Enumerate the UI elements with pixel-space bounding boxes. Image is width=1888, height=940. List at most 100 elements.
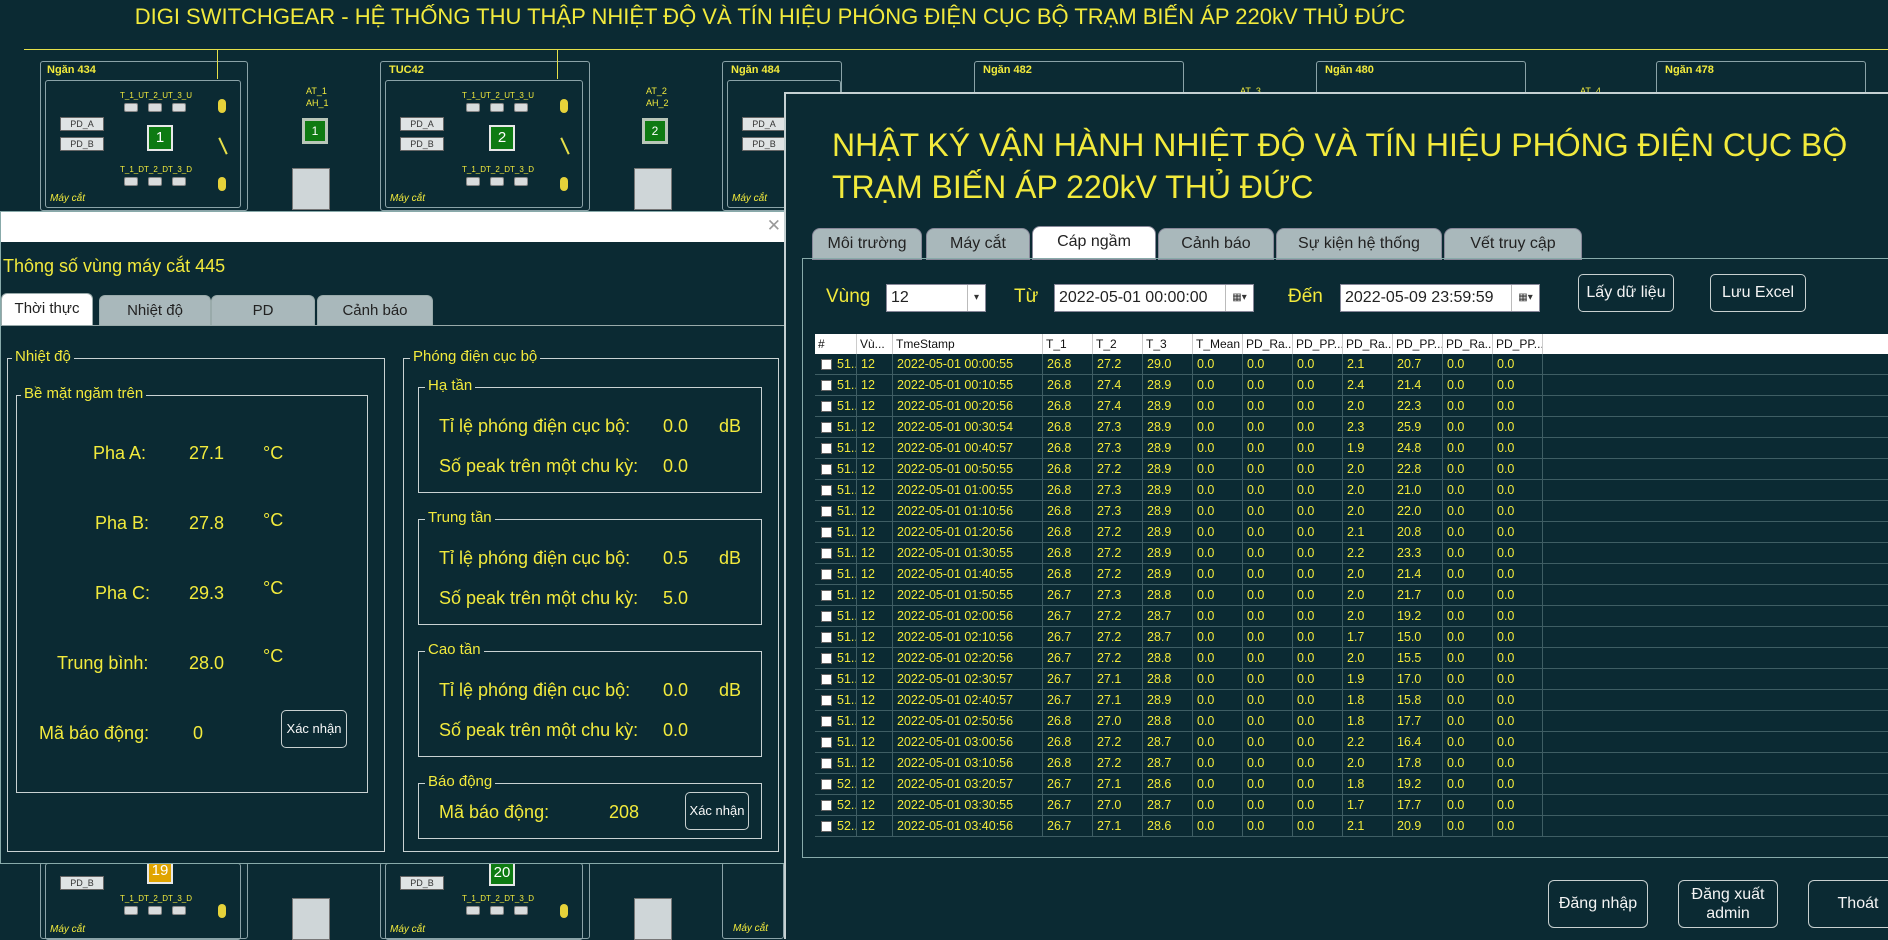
column-header[interactable]: TmeStamp: [893, 334, 1043, 354]
tab-nhiet-do[interactable]: Nhiệt độ: [99, 295, 211, 325]
row-checkbox[interactable]: [821, 800, 832, 811]
column-header[interactable]: T_2: [1093, 334, 1143, 354]
table-row[interactable]: 51...122022-05-01 02:20:5626.727.228.80.…: [815, 648, 1888, 669]
tab-canh-bao[interactable]: Cảnh báo: [1158, 228, 1274, 260]
table-row[interactable]: 51...122022-05-01 00:30:5426.827.328.90.…: [815, 417, 1888, 438]
row-checkbox[interactable]: [821, 653, 832, 664]
row-checkbox[interactable]: [821, 716, 832, 727]
table-row[interactable]: 51...122022-05-01 00:00:5526.827.229.00.…: [815, 354, 1888, 375]
tab-cap-ngam[interactable]: Cáp ngầm: [1032, 226, 1156, 260]
column-header[interactable]: PD_PP...: [1493, 334, 1543, 354]
table-row[interactable]: 51...122022-05-01 01:10:5626.827.328.90.…: [815, 501, 1888, 522]
row-checkbox[interactable]: [821, 674, 832, 685]
row-checkbox[interactable]: [821, 548, 832, 559]
bay-panel[interactable]: 19 PD_B T_1_D T_2_D T_3_D Máy cắt: [40, 858, 248, 940]
table-row[interactable]: 51...122022-05-01 01:40:5526.827.228.90.…: [815, 564, 1888, 585]
table-row[interactable]: 51...122022-05-01 00:50:5526.827.228.90.…: [815, 459, 1888, 480]
table-row[interactable]: 51...122022-05-01 03:10:5626.827.228.70.…: [815, 753, 1888, 774]
tab-canh-bao[interactable]: Cảnh báo: [317, 295, 433, 325]
zone-select[interactable]: 12 ▾: [886, 284, 986, 312]
row-checkbox[interactable]: [821, 401, 832, 412]
column-header[interactable]: PD_Ra...: [1443, 334, 1493, 354]
table-row[interactable]: 51...122022-05-01 00:10:5526.827.428.90.…: [815, 375, 1888, 396]
table-row[interactable]: 51...122022-05-01 02:30:5726.727.128.80.…: [815, 669, 1888, 690]
column-header[interactable]: PD_Ra...: [1243, 334, 1293, 354]
row-checkbox[interactable]: [821, 527, 832, 538]
tab-moi-truong[interactable]: Môi trường: [812, 228, 922, 260]
pd-ratio-value: 0.0: [663, 680, 689, 700]
bay-panel[interactable]: Máy cắt: [722, 862, 784, 939]
temp-confirm-button[interactable]: Xác nhận: [281, 710, 347, 748]
row-checkbox[interactable]: [821, 443, 832, 454]
table-row[interactable]: 51...122022-05-01 02:10:5626.727.228.70.…: [815, 627, 1888, 648]
bay-panel[interactable]: Ngăn 434 PD_A PD_B T_1_U T_2_U T_3_U 1 T…: [40, 61, 248, 211]
table-row[interactable]: 51...122022-05-01 01:20:5626.827.228.90.…: [815, 522, 1888, 543]
row-checkbox[interactable]: [821, 632, 832, 643]
column-header[interactable]: T_Mean: [1193, 334, 1243, 354]
row-checkbox[interactable]: [821, 506, 832, 517]
tab-su-kien-he-thong[interactable]: Sự kiện hệ thống: [1276, 228, 1442, 260]
sensor-icon: [490, 906, 504, 915]
table-row[interactable]: 51...122022-05-01 01:00:5526.827.328.90.…: [815, 480, 1888, 501]
row-checkbox[interactable]: [821, 611, 832, 622]
bay-status-box[interactable]: 1: [147, 125, 173, 151]
row-checkbox[interactable]: [821, 737, 832, 748]
column-header[interactable]: Vù...: [857, 334, 893, 354]
column-header[interactable]: T_3: [1143, 334, 1193, 354]
table-row[interactable]: 51...122022-05-01 01:50:5526.727.328.80.…: [815, 585, 1888, 606]
calendar-icon[interactable]: ▦▾: [1511, 285, 1539, 311]
table-row[interactable]: 51...122022-05-01 02:00:5626.727.228.70.…: [815, 606, 1888, 627]
row-checkbox[interactable]: [821, 695, 832, 706]
row-checkbox[interactable]: [821, 758, 832, 769]
device-status-box[interactable]: 1: [302, 118, 328, 144]
row-checkbox[interactable]: [821, 821, 832, 832]
column-header[interactable]: PD_PP...: [1393, 334, 1443, 354]
tab-vet-truy-cap[interactable]: Vết truy cập: [1444, 228, 1582, 260]
device-status-box[interactable]: 2: [642, 118, 668, 144]
row-checkbox[interactable]: [821, 485, 832, 496]
logout-label: Đăng xuất: [1691, 886, 1765, 903]
from-date-picker[interactable]: 2022-05-01 00:00:00 ▦▾: [1054, 284, 1254, 312]
table-row[interactable]: 51...122022-05-01 03:00:5626.827.228.70.…: [815, 732, 1888, 753]
column-header[interactable]: T_1: [1043, 334, 1093, 354]
logout-button[interactable]: Đăng xuất admin: [1678, 880, 1778, 928]
to-date-picker[interactable]: 2022-05-09 23:59:59 ▦▾: [1340, 284, 1540, 312]
column-header[interactable]: PD_PP...: [1293, 334, 1343, 354]
table-row[interactable]: 52...122022-05-01 03:20:5726.727.128.60.…: [815, 774, 1888, 795]
table-row[interactable]: 51...122022-05-01 01:30:5526.827.228.90.…: [815, 543, 1888, 564]
row-checkbox[interactable]: [821, 464, 832, 475]
calendar-icon[interactable]: ▦▾: [1225, 285, 1253, 311]
get-data-button[interactable]: Lấy dữ liệu: [1578, 274, 1674, 312]
row-checkbox[interactable]: [821, 422, 832, 433]
row-checkbox[interactable]: [821, 359, 832, 370]
pd-confirm-button[interactable]: Xác nhận: [685, 792, 749, 830]
exit-button[interactable]: Thoát: [1808, 880, 1888, 928]
row-checkbox[interactable]: [821, 569, 832, 580]
dialog-titlebar[interactable]: ✕: [1, 212, 787, 242]
table-cell: 0.0: [1193, 732, 1243, 753]
row-checkbox[interactable]: [821, 380, 832, 391]
tab-thoi-thuc[interactable]: Thời thực: [1, 293, 93, 325]
table-row[interactable]: 52...122022-05-01 03:30:5526.727.028.70.…: [815, 795, 1888, 816]
dropdown-arrow-icon[interactable]: ▾: [967, 285, 985, 311]
tab-pd[interactable]: PD: [211, 295, 315, 325]
row-checkbox[interactable]: [821, 779, 832, 790]
tab-may-cat[interactable]: Máy cắt: [926, 228, 1030, 260]
table-row[interactable]: 51...122022-05-01 00:40:5726.827.328.90.…: [815, 438, 1888, 459]
close-icon[interactable]: ✕: [767, 216, 781, 236]
column-header[interactable]: #: [815, 334, 857, 354]
table-cell: 12: [857, 459, 893, 480]
bay-status-box[interactable]: 2: [489, 125, 515, 151]
save-excel-button[interactable]: Lưu Excel: [1710, 274, 1806, 312]
table-row[interactable]: 51...122022-05-01 02:50:5626.827.028.80.…: [815, 711, 1888, 732]
column-header[interactable]: PD_Ra...: [1343, 334, 1393, 354]
log-data-grid[interactable]: # Vù... TmeStamp T_1 T_2 T_3 T_Mean PD_Ra... PD_…: [815, 334, 1888, 846]
table-row[interactable]: 51...122022-05-01 02:40:5726.727.128.90.…: [815, 690, 1888, 711]
table-row[interactable]: 52...122022-05-01 03:40:5626.727.128.60.…: [815, 816, 1888, 837]
table-cell: 2022-05-01 03:40:56: [893, 816, 1043, 837]
table-row[interactable]: 51...122022-05-01 00:20:5626.827.428.90.…: [815, 396, 1888, 417]
bay-panel[interactable]: 20 PD_B T_1_D T_2_D T_3_D Máy cắt: [380, 860, 590, 940]
row-checkbox[interactable]: [821, 590, 832, 601]
login-button[interactable]: Đăng nhập: [1548, 880, 1648, 928]
bay-panel[interactable]: TUC42 PD_A PD_B T_1_U T_2_U T_3_U 2 T_1_…: [380, 61, 590, 211]
